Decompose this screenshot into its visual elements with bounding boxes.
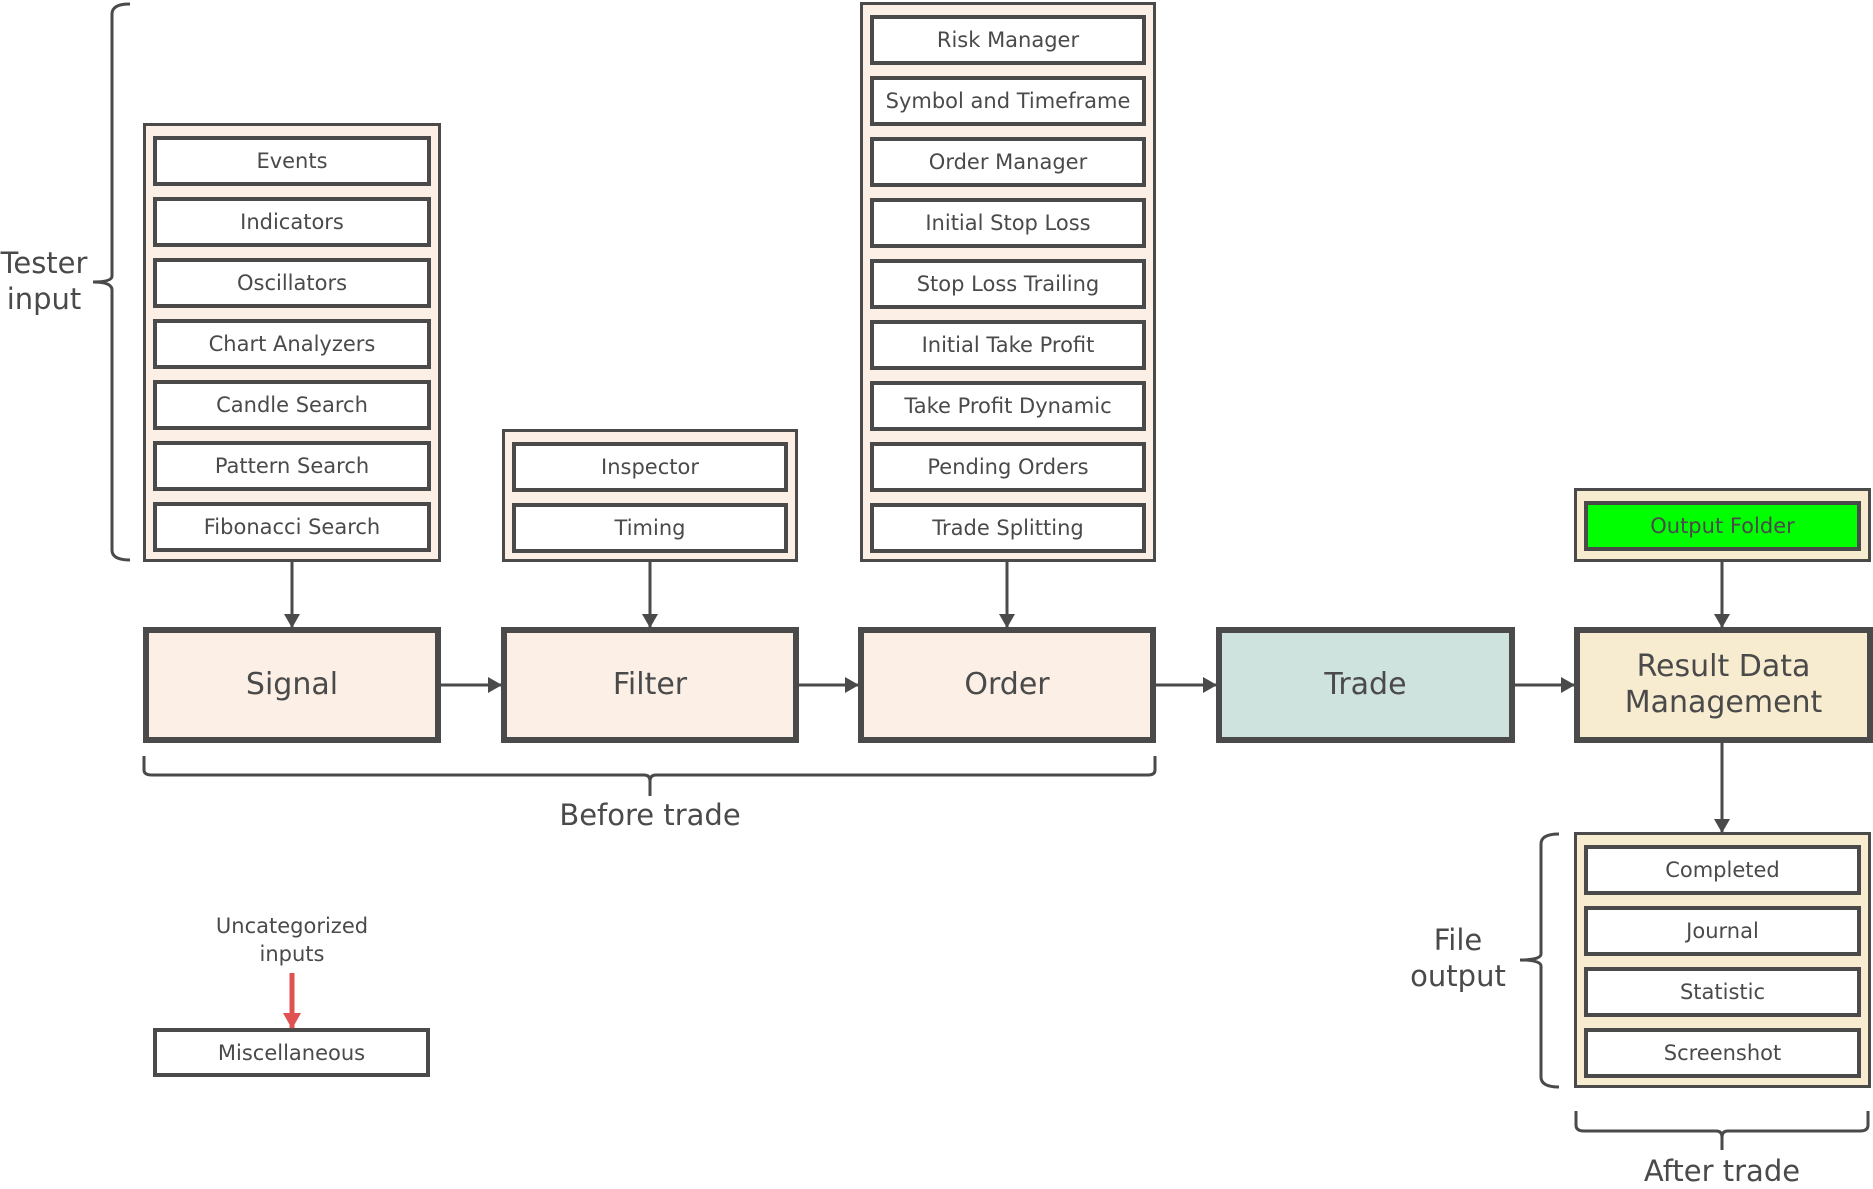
before-trade-label: Before trade (559, 798, 741, 832)
file-output-item[interactable]: Statistic (1584, 967, 1861, 1017)
signal-input-item[interactable]: Chart Analyzers (153, 319, 431, 369)
order-input-item[interactable]: Stop Loss Trailing (870, 259, 1146, 309)
order-input-item[interactable]: Order Manager (870, 137, 1146, 187)
order-input-item[interactable]: Symbol and Timeframe (870, 76, 1146, 126)
order-input-item[interactable]: Risk Manager (870, 15, 1146, 65)
after-trade-label: After trade (1643, 1154, 1801, 1188)
stage-filter[interactable]: Filter (501, 627, 799, 743)
signal-input-item[interactable]: Fibonacci Search (153, 502, 431, 552)
signal-input-item[interactable]: Events (153, 136, 431, 186)
stage-result-data-management[interactable]: Result Data Management (1574, 627, 1873, 743)
signal-input-item[interactable]: Pattern Search (153, 441, 431, 491)
tester-input-bracket (92, 2, 131, 562)
order-inputs-group: Risk Manager Symbol and Timeframe Order … (860, 2, 1156, 562)
order-input-item[interactable]: Initial Stop Loss (870, 198, 1146, 248)
signal-input-item[interactable]: Oscillators (153, 258, 431, 308)
filter-input-item[interactable]: Inspector (512, 442, 788, 492)
stage-signal[interactable]: Signal (143, 627, 441, 743)
signal-input-item[interactable]: Indicators (153, 197, 431, 247)
stage-order[interactable]: Order (858, 627, 1156, 743)
before-trade-bracket (142, 756, 1157, 796)
signal-input-item[interactable]: Candle Search (153, 380, 431, 430)
filter-inputs-group: Inspector Timing (502, 429, 798, 562)
file-output-item[interactable]: Journal (1584, 906, 1861, 956)
order-input-item[interactable]: Pending Orders (870, 442, 1146, 492)
file-output-item[interactable]: Completed (1584, 845, 1861, 895)
file-output-bracket (1519, 832, 1560, 1089)
signal-inputs-group: Events Indicators Oscillators Chart Anal… (143, 123, 441, 562)
order-input-item[interactable]: Initial Take Profit (870, 320, 1146, 370)
file-output-label: File output (1410, 923, 1506, 993)
order-input-item[interactable]: Take Profit Dynamic (870, 381, 1146, 431)
file-output-item[interactable]: Screenshot (1584, 1028, 1861, 1078)
result-inputs-group: Output Folder (1574, 488, 1871, 562)
after-trade-bracket (1574, 1111, 1870, 1150)
filter-input-item[interactable]: Timing (512, 503, 788, 553)
uncategorized-inputs-label: Uncategorized inputs (215, 914, 369, 966)
miscellaneous-item[interactable]: Miscellaneous (153, 1028, 430, 1077)
file-outputs-group: Completed Journal Statistic Screenshot (1574, 832, 1871, 1088)
order-input-item[interactable]: Trade Splitting (870, 503, 1146, 553)
tester-input-label: Tester input (0, 246, 88, 316)
stage-trade[interactable]: Trade (1216, 627, 1515, 743)
output-folder-item[interactable]: Output Folder (1584, 501, 1861, 551)
